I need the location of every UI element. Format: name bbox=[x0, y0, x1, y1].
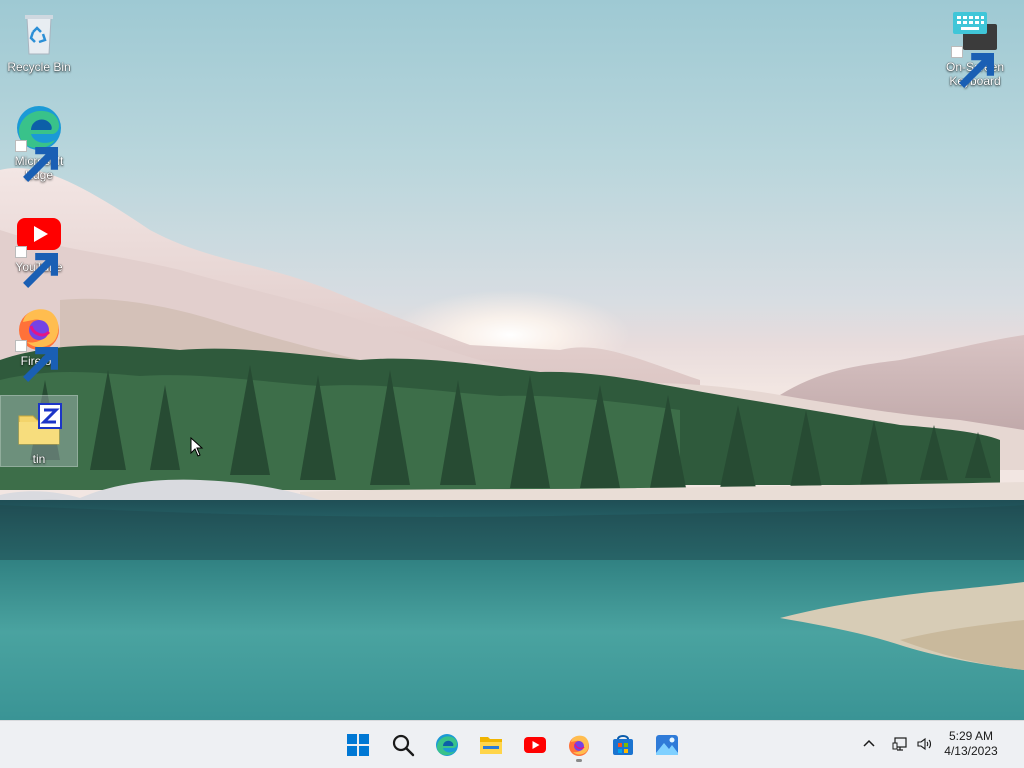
firefox-icon bbox=[569, 735, 589, 756]
shortcut-arrow-icon bbox=[15, 140, 58, 182]
folder-icon bbox=[480, 737, 502, 754]
edge-icon bbox=[15, 104, 63, 182]
desktop-icon-label: tin bbox=[32, 452, 46, 466]
desktop[interactable]: Recycle Bin Microsoft Edge YouTube Firef… bbox=[0, 0, 1024, 720]
clock-date: 4/13/2023 bbox=[944, 744, 998, 758]
desktop-icon-youtube[interactable]: YouTube bbox=[1, 204, 77, 288]
network-icon bbox=[892, 737, 907, 751]
mouse-cursor-icon bbox=[190, 437, 204, 457]
running-indicator bbox=[576, 759, 582, 762]
firefox-icon bbox=[15, 304, 63, 382]
tray-volume-button[interactable] bbox=[913, 733, 935, 755]
desktop-icon-tin[interactable]: tin bbox=[0, 395, 78, 467]
shortcut-arrow-icon bbox=[15, 340, 58, 382]
chevron-up-icon bbox=[863, 739, 875, 747]
taskbar-firefox-button[interactable] bbox=[561, 727, 597, 763]
tray-show-hidden-icons-button[interactable] bbox=[858, 733, 880, 755]
youtube-icon bbox=[524, 737, 546, 753]
taskbar-search-button[interactable] bbox=[385, 727, 421, 763]
desktop-icon-recycle-bin[interactable]: Recycle Bin bbox=[1, 4, 77, 74]
store-icon bbox=[613, 735, 633, 755]
taskbar-start-button[interactable] bbox=[340, 727, 376, 763]
keyboard-icon bbox=[951, 10, 999, 88]
photos-icon bbox=[656, 735, 678, 755]
desktop-icon-firefox[interactable]: Firefox bbox=[1, 298, 77, 382]
desktop-icon-microsoft-edge[interactable]: Microsoft Edge bbox=[1, 98, 77, 182]
search-icon bbox=[392, 734, 415, 757]
edge-icon bbox=[436, 734, 458, 756]
taskbar-store-button[interactable] bbox=[605, 727, 641, 763]
wallpaper-image bbox=[0, 168, 1024, 720]
clock-time: 5:29 AM bbox=[948, 729, 994, 743]
shortcut-arrow-icon bbox=[951, 46, 994, 88]
taskbar-photos-button[interactable] bbox=[649, 727, 685, 763]
recycle-bin-icon bbox=[15, 10, 63, 58]
taskbar-youtube-button[interactable] bbox=[517, 727, 553, 763]
taskbar-edge-button[interactable] bbox=[429, 727, 465, 763]
taskbar-clock[interactable]: 5:29 AM 4/13/2023 bbox=[936, 729, 1006, 759]
desktop-icon-label: Recycle Bin bbox=[7, 60, 71, 74]
taskbar-file-explorer-button[interactable] bbox=[473, 727, 509, 763]
windows-start-icon bbox=[347, 734, 369, 756]
tray-network-button[interactable] bbox=[889, 733, 911, 755]
taskbar: 5:29 AM 4/13/2023 bbox=[0, 720, 1024, 768]
shortcut-arrow-icon bbox=[15, 246, 58, 288]
desktop-icon-on-screen-keyboard[interactable]: On-Screen Keyboard bbox=[937, 4, 1013, 88]
zip-folder-icon bbox=[15, 402, 63, 450]
volume-icon bbox=[917, 737, 932, 751]
youtube-icon bbox=[15, 210, 63, 288]
